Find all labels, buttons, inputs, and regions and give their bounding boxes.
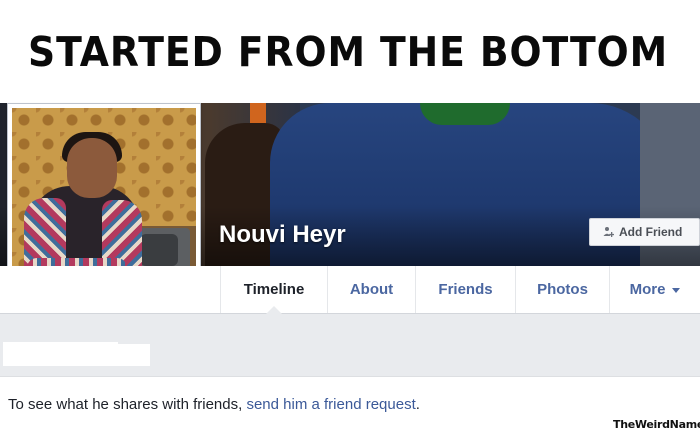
tab-about-label: About <box>349 281 394 298</box>
profile-name[interactable]: Nouvi Heyr <box>219 221 346 249</box>
meme-caption-text: STARTED FROM THE BOTTOM <box>28 28 669 76</box>
chevron-down-icon <box>672 288 681 293</box>
add-friend-label: Add Friend <box>619 225 683 239</box>
tab-friends[interactable]: Friends <box>415 266 515 313</box>
profile-photo <box>12 108 196 291</box>
send-friend-request-link[interactable]: send him a friend request <box>246 396 415 413</box>
add-friend-button[interactable]: Add Friend <box>589 218 700 246</box>
tab-timeline[interactable]: Timeline <box>220 266 327 314</box>
tab-friends-label: Friends <box>438 281 493 298</box>
tab-timeline-label: Timeline <box>243 281 305 298</box>
watermark: TheWeirdNames <box>613 418 700 431</box>
tab-photos[interactable]: Photos <box>515 266 609 313</box>
redacted-box <box>3 344 150 366</box>
friend-request-message: To see what he shares with friends, send… <box>8 396 420 413</box>
message-prefix: To see what he shares with friends, <box>8 396 247 413</box>
tab-photos-label: Photos <box>537 281 588 298</box>
tab-more-label: More <box>629 281 666 298</box>
message-suffix: . <box>415 396 420 413</box>
tab-more[interactable]: More <box>609 266 700 313</box>
add-friend-icon <box>602 226 615 238</box>
profile-nav: Timeline About Friends Photos More <box>0 266 700 314</box>
tab-about[interactable]: About <box>327 266 415 313</box>
meme-caption: STARTED FROM THE BOTTOM <box>0 0 700 103</box>
